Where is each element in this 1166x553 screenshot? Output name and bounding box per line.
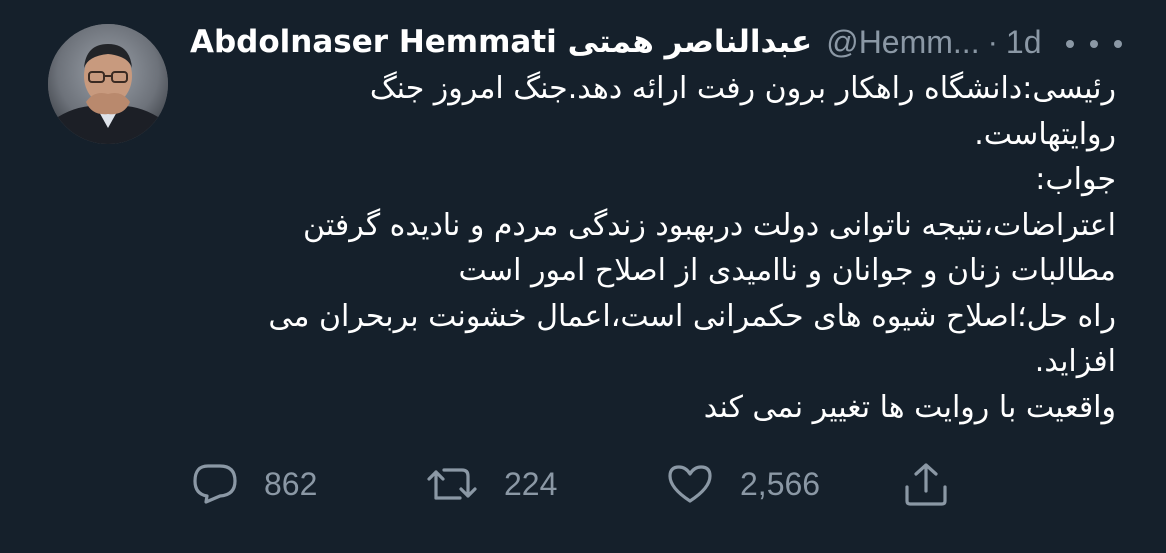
tweet-text-line: رئیسی:دانشگاه راهکار برون رفت ارائه دهد.…	[369, 71, 1116, 106]
more-horizontal-icon	[1090, 40, 1098, 48]
tweet-text-line: جواب:	[1035, 162, 1116, 197]
reply-bubble-icon	[193, 464, 237, 504]
tweet-actions-bar: 862 224 2,566	[190, 458, 990, 510]
retweet-button[interactable]: 224	[426, 458, 557, 510]
share-upload-icon	[905, 463, 947, 506]
like-count: 2,566	[740, 465, 821, 502]
more-options-button[interactable]	[1066, 38, 1122, 50]
more-horizontal-icon	[1114, 40, 1122, 48]
tweet-card[interactable]: Abdolnaser Hemmati عبدالناصر همتی @Hemm.…	[0, 0, 1166, 553]
tweet-text-line: مطالبات زنان و جوانان و ناامیدی از اصلاح…	[458, 253, 1117, 288]
tweet-text: رئیسی:دانشگاه راهکار برون رفت ارائه دهد.…	[190, 66, 1116, 430]
share-button[interactable]	[902, 458, 950, 510]
tweet-timestamp[interactable]: 1d	[1006, 24, 1042, 61]
tweet-text-line: واقعیت با روایت ها تغییر نمی کند	[703, 389, 1116, 425]
author-display-name[interactable]: Abdolnaser Hemmati عبدالناصر همتی	[190, 24, 812, 60]
tweet-text-line: راه حل؛اصلاح شیوه های حکمرانی است،اعمال …	[268, 298, 1116, 334]
more-horizontal-icon	[1066, 40, 1074, 48]
reply-count: 862	[264, 465, 318, 502]
like-button[interactable]: 2,566	[666, 458, 820, 510]
reply-button[interactable]: 862	[192, 458, 317, 510]
tweet-text-line: اعتراضات،نتیجه ناتوانی دولت دربهبود زندگ…	[303, 207, 1116, 243]
tweet-header: Abdolnaser Hemmati عبدالناصر همتی @Hemm.…	[190, 22, 1042, 62]
separator-dot: ·	[987, 24, 998, 59]
retweet-icon	[427, 468, 477, 500]
avatar[interactable]	[48, 24, 168, 144]
tweet-text-line: افزاید.	[1034, 344, 1116, 379]
heart-icon	[668, 465, 712, 503]
tweet-text-line: روایتهاست.	[974, 116, 1116, 152]
author-handle[interactable]: @Hemm...	[826, 24, 979, 61]
retweet-count: 224	[504, 465, 558, 502]
avatar-portrait	[48, 24, 168, 144]
